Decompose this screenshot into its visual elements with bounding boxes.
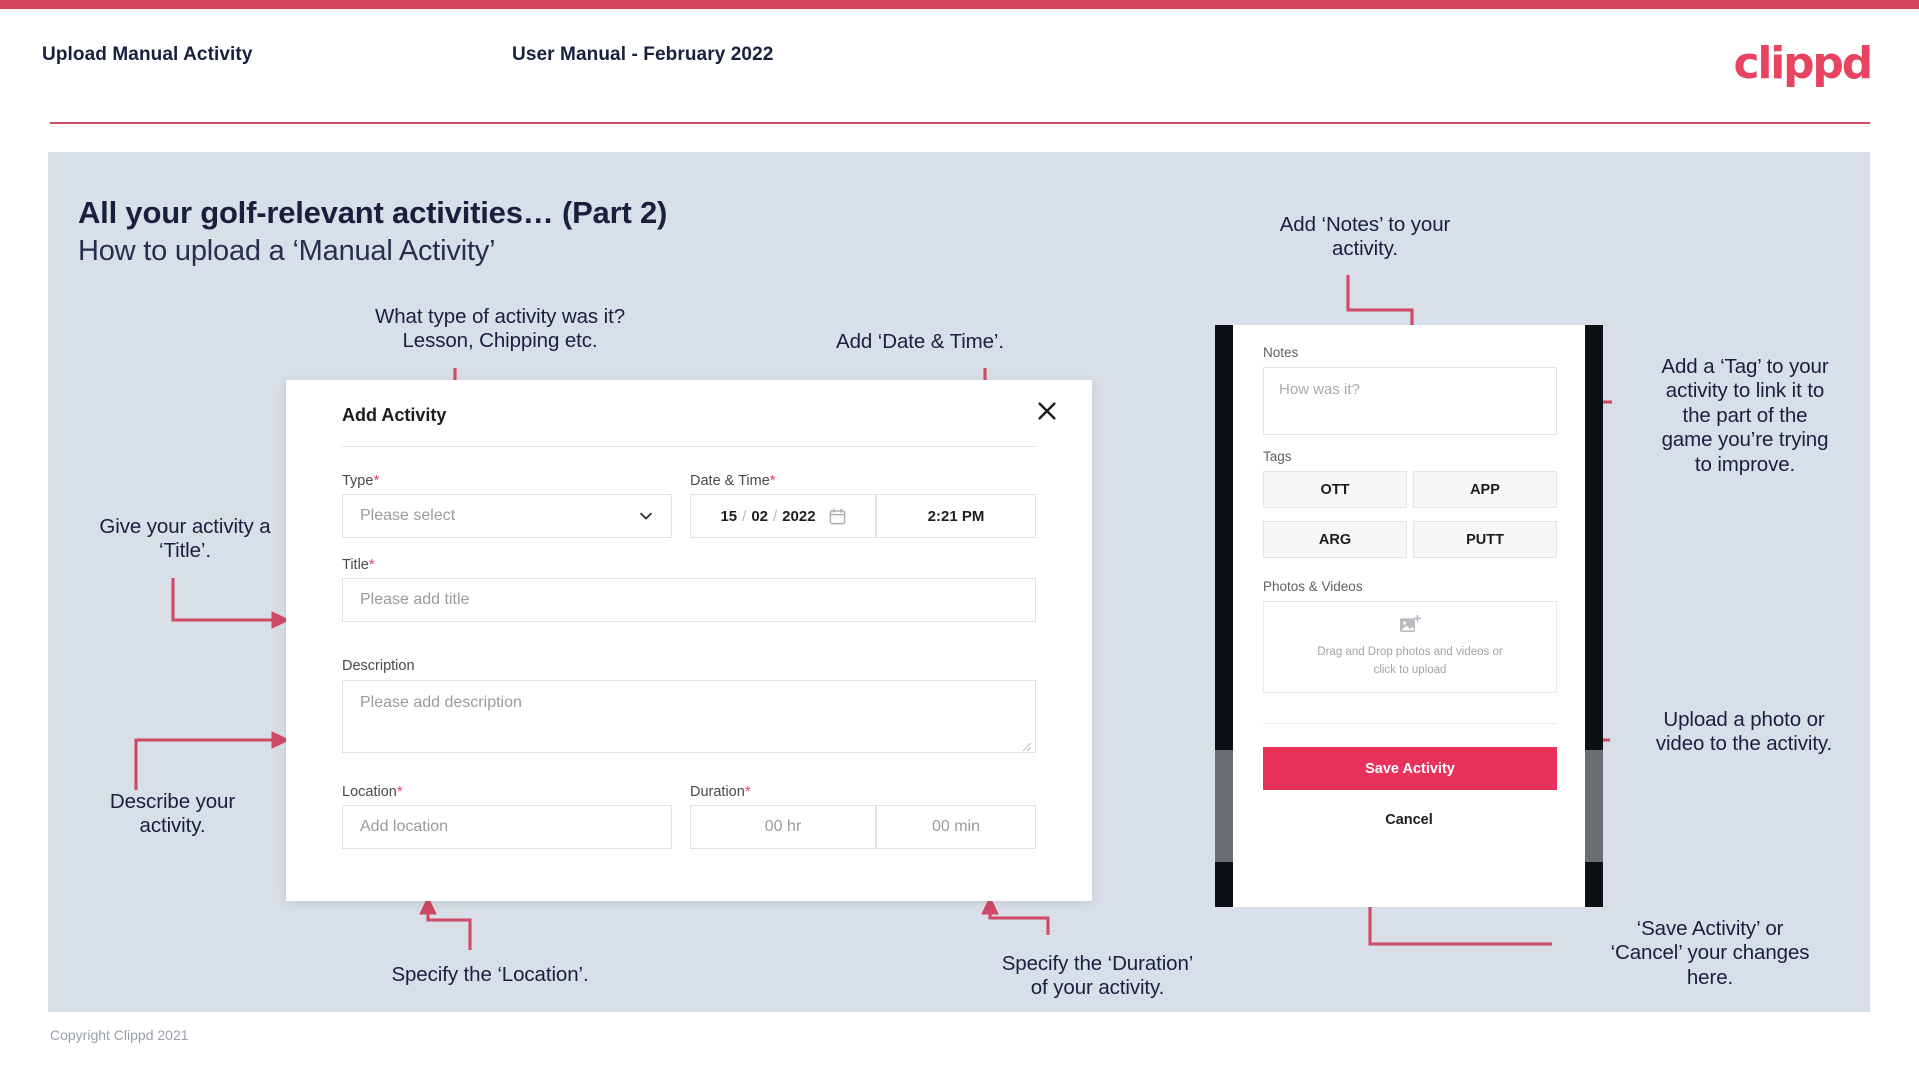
calendar-icon[interactable] [829, 508, 846, 525]
location-input-placeholder: Add location [360, 818, 449, 835]
tag-ott[interactable]: OTT [1263, 471, 1407, 508]
header-divider [50, 122, 1870, 124]
top-accent-bar [0, 0, 1919, 9]
description-placeholder: Please add description [360, 694, 522, 711]
title-input-placeholder: Please add title [360, 591, 470, 608]
duration-label: Duration* [690, 783, 751, 800]
location-label: Location* [342, 783, 403, 800]
date-sep-1: / [742, 507, 747, 525]
tags-label: Tags [1263, 449, 1292, 464]
phone-bezel-right [1585, 325, 1603, 907]
page-subtitle: How to upload a ‘Manual Activity’ [78, 235, 496, 267]
annotation-location: Specify the ‘Location’. [391, 963, 589, 986]
date-day: 15 [720, 507, 738, 525]
photo-dropzone-text: Drag and Drop photos and videos or click… [1317, 646, 1503, 676]
date-month: 02 [751, 507, 768, 525]
annotation-type: What type of activity was it? Lesson, Ch… [374, 305, 626, 353]
tag-arg-label: ARG [1318, 531, 1352, 548]
title-required-mark: * [368, 556, 375, 573]
header-left-title: Upload Manual Activity [42, 44, 253, 65]
dialog-title: Add Activity [342, 405, 447, 425]
dialog-header: Add Activity [286, 380, 1092, 446]
phone-divider [1263, 723, 1557, 724]
mobile-preview: Notes How was it? Tags OTT APP ARG PUTT … [1215, 325, 1603, 907]
tag-putt[interactable]: PUTT [1413, 521, 1557, 558]
date-year: 2022 [782, 507, 816, 525]
notes-label: Notes [1263, 345, 1299, 360]
duration-required-mark: * [744, 783, 751, 800]
type-select-value: Please select [360, 507, 456, 524]
location-input[interactable]: Add location [342, 805, 672, 849]
annotation-description: Describe your activity. [109, 790, 236, 838]
header-center-title: User Manual - February 2022 [512, 44, 774, 65]
notes-textarea[interactable] [1263, 367, 1557, 435]
tag-app-label: APP [1470, 481, 1500, 498]
annotation-duration: Specify the ‘Duration’ of your activity. [1001, 952, 1194, 1000]
dialog-divider [342, 446, 1036, 447]
annotation-tags: Add a ‘Tag’ to your activity to link it … [1661, 355, 1829, 476]
tag-ott-label: OTT [1320, 481, 1350, 498]
resize-grip-icon [1021, 739, 1032, 752]
duration-label-text: Duration [690, 784, 745, 800]
save-activity-button[interactable]: Save Activity [1263, 747, 1557, 790]
tag-putt-label: PUTT [1466, 531, 1504, 548]
cancel-button[interactable]: Cancel [1233, 812, 1585, 828]
phone-screen: Notes How was it? Tags OTT APP ARG PUTT … [1233, 325, 1585, 907]
type-label: Type* [342, 472, 379, 489]
duration-minutes-placeholder: 00 min [931, 818, 981, 835]
page-title: All your golf-relevant activities… (Part… [78, 195, 668, 230]
datetime-label: Date & Time* [690, 472, 776, 489]
add-image-icon [1399, 615, 1421, 635]
add-activity-dialog: Add Activity Type* Please select Date & … [286, 380, 1092, 901]
annotation-datetime: Add ‘Date & Time’. [836, 330, 1004, 353]
title-label: Title* [342, 556, 375, 573]
description-label-text: Description [342, 658, 415, 674]
location-label-text: Location [342, 784, 397, 800]
time-input[interactable]: 2:21 PM [876, 494, 1036, 538]
duration-minutes-input[interactable]: 00 min [876, 805, 1036, 849]
date-input[interactable]: 15 / 02 / 2022 [690, 494, 876, 538]
location-required-mark: * [396, 783, 403, 800]
duration-hours-placeholder: 00 hr [764, 818, 802, 835]
type-required-mark: * [373, 472, 380, 489]
slide-page: Upload Manual Activity User Manual - Feb… [0, 0, 1919, 1079]
type-label-text: Type [342, 473, 374, 489]
photos-videos-label: Photos & Videos [1263, 579, 1363, 594]
phone-bezel-left-segment [1215, 750, 1233, 862]
annotation-title: Give your activity a ‘Title’. [99, 515, 271, 563]
description-textarea[interactable]: Please add description [342, 680, 1036, 753]
save-activity-label: Save Activity [1365, 760, 1455, 777]
cancel-label: Cancel [1385, 812, 1433, 828]
tag-app[interactable]: APP [1413, 471, 1557, 508]
annotation-upload: Upload a photo or video to the activity. [1655, 708, 1833, 756]
phone-bezel-right-segment [1585, 750, 1603, 862]
phone-bezel-left [1215, 325, 1233, 907]
chevron-down-icon [639, 509, 653, 523]
annotation-notes: Add ‘Notes’ to your activity. [1279, 213, 1451, 261]
notes-placeholder: How was it? [1279, 381, 1360, 398]
photo-dropzone[interactable]: Drag and Drop photos and videos or click… [1263, 601, 1557, 693]
datetime-label-text: Date & Time [690, 473, 770, 489]
title-input[interactable]: Please add title [342, 578, 1036, 622]
annotation-save: ‘Save Activity’ or ‘Cancel’ your changes… [1610, 917, 1810, 989]
clippd-logo: clippd [1733, 38, 1873, 89]
description-label: Description [342, 658, 415, 674]
copyright-text: Copyright Clippd 2021 [50, 1027, 189, 1043]
close-icon[interactable] [1030, 394, 1064, 428]
type-select[interactable]: Please select [342, 494, 672, 538]
duration-hours-input[interactable]: 00 hr [690, 805, 876, 849]
title-label-text: Title [342, 557, 369, 573]
tag-arg[interactable]: ARG [1263, 521, 1407, 558]
date-sep-2: / [773, 507, 778, 525]
time-value: 2:21 PM [927, 507, 985, 525]
datetime-required-mark: * [769, 472, 776, 489]
